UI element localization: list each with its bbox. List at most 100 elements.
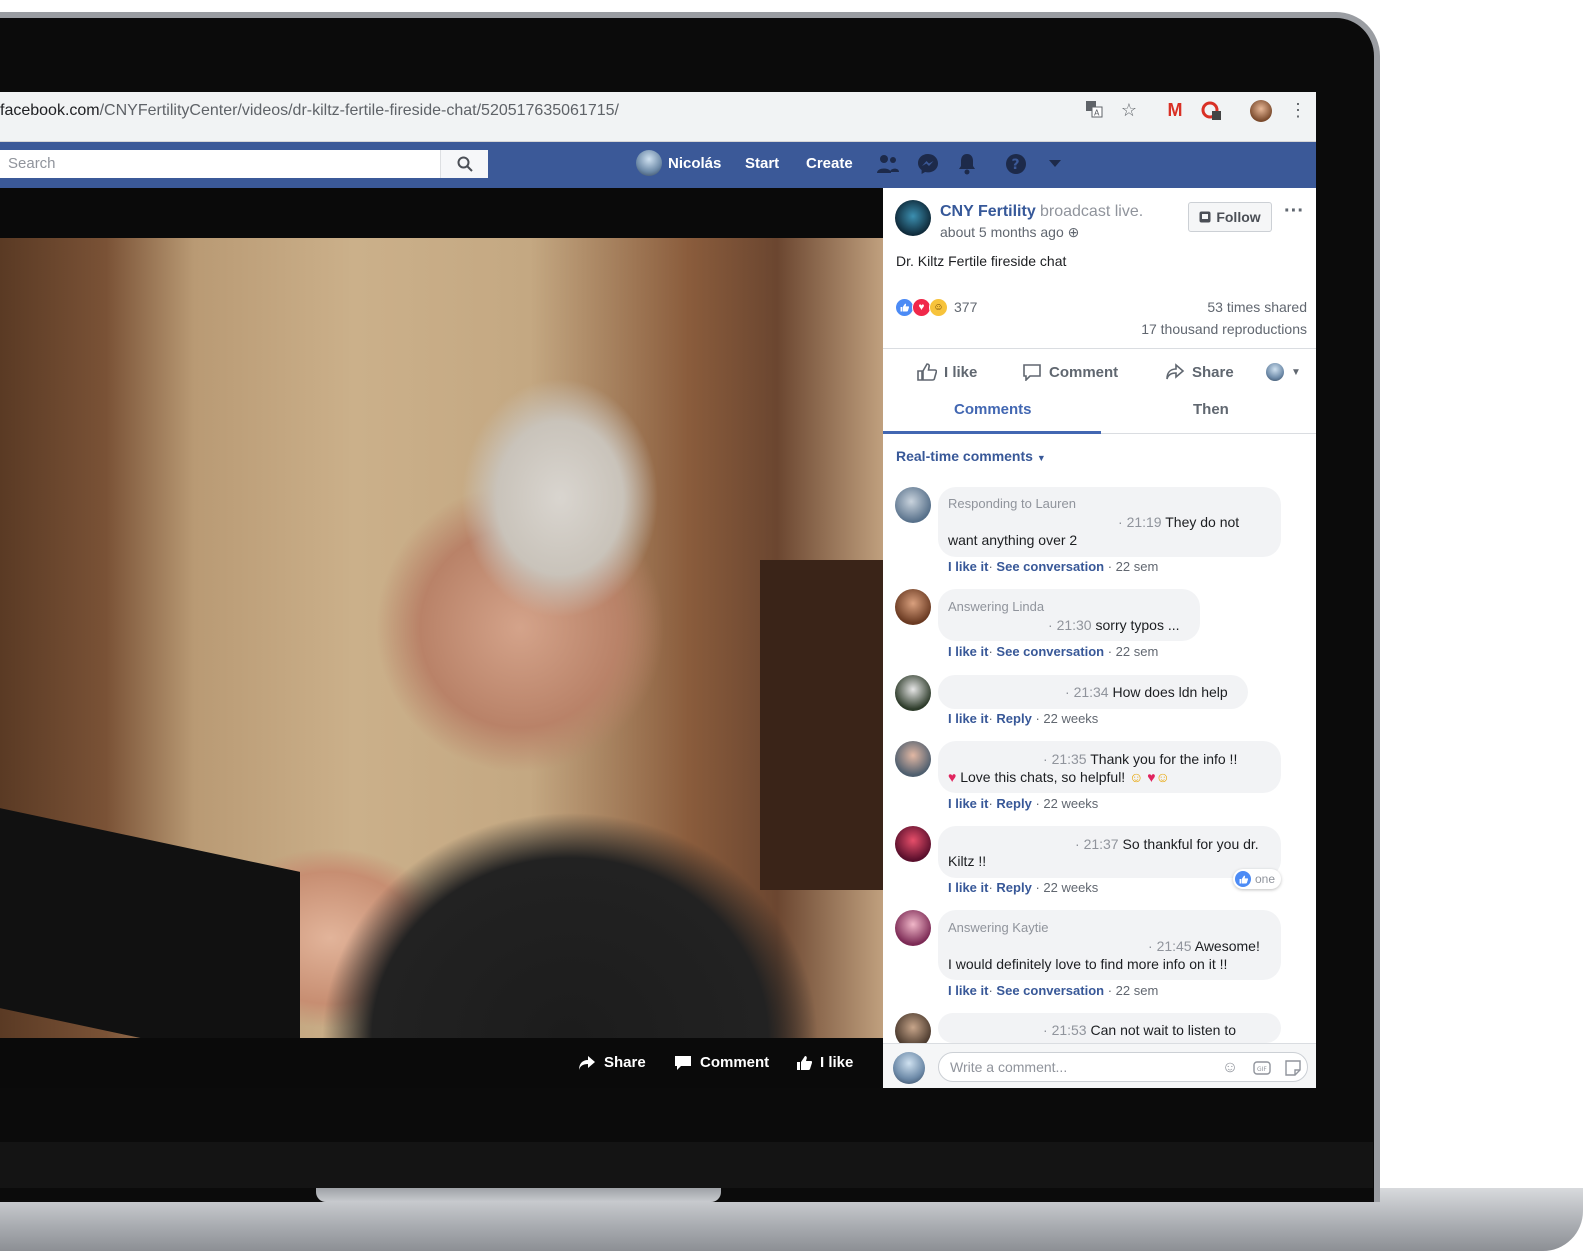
screen-bottom-bezel	[0, 1142, 1373, 1188]
gif-icon[interactable]: GIF	[1252, 1058, 1272, 1078]
comment-outline-icon	[1023, 364, 1041, 381]
tab-then[interactable]: Then	[1193, 401, 1229, 418]
notifications-bell-icon[interactable]	[955, 152, 979, 176]
bookmark-star-icon[interactable]: ☆	[1117, 100, 1141, 121]
nav-profile-name[interactable]: Nicolás	[668, 155, 721, 172]
commenter-avatar[interactable]	[895, 741, 931, 777]
comment-text: · 21:37 So thankful for you dr.	[1075, 836, 1259, 852]
commenter-avatar[interactable]	[895, 487, 931, 523]
url-text[interactable]: facebook.com/CNYFertilityCenter/videos/d…	[0, 102, 619, 120]
smile-emoji-icon: ☺	[1129, 769, 1144, 785]
dropdown-caret-icon: ▼	[1291, 366, 1301, 378]
comment-conversation-link[interactable]: See conversation	[996, 983, 1104, 998]
comment-like-badge[interactable]: one	[1233, 869, 1282, 889]
follow-button[interactable]: Follow	[1188, 202, 1272, 232]
account-dropdown-icon[interactable]	[1043, 152, 1067, 176]
comment-actions: I like it· See conversation · 22 sem	[948, 559, 1159, 574]
commenter-avatar[interactable]	[895, 589, 931, 625]
video-share-button[interactable]: Share	[578, 1054, 646, 1071]
comment-conversation-link[interactable]: See conversation	[996, 559, 1104, 574]
comment-text: · 21:19 They do not	[1118, 514, 1240, 530]
post-action-text: broadcast live.	[1040, 203, 1144, 220]
share-count[interactable]: 53 times shared	[1207, 299, 1307, 315]
emoji-icon[interactable]: ☺	[1220, 1058, 1240, 1078]
post-comment-button[interactable]: Comment	[1022, 363, 1118, 381]
page-avatar[interactable]	[895, 200, 931, 236]
comment-reply-link[interactable]: Reply	[996, 796, 1031, 811]
post-as-selector[interactable]: ▼	[1266, 363, 1301, 381]
comment-like-link[interactable]: I like it	[948, 796, 988, 811]
comment-reply-context: Answering Linda	[948, 599, 1045, 614]
help-icon[interactable]: ?	[1004, 152, 1028, 176]
commenter-avatar[interactable]	[895, 910, 931, 946]
comment-like-link[interactable]: I like it	[948, 559, 988, 574]
comment-like-link[interactable]: I like it	[948, 711, 988, 726]
share-arrow-icon	[579, 1055, 595, 1070]
nav-profile-avatar[interactable]	[636, 150, 662, 176]
video-fireplace-shape	[760, 560, 883, 890]
comment-actions: I like it· See conversation · 22 sem	[948, 644, 1159, 659]
commenter-avatar[interactable]	[895, 675, 931, 711]
comment-bubble	[938, 741, 1281, 793]
comment-input-placeholder: Write a comment...	[950, 1059, 1068, 1075]
comment-text: · 21:34 How does ldn help	[1065, 684, 1228, 700]
browser-menu-icon[interactable]: ⋮	[1286, 100, 1310, 121]
smile-emoji-icon: ☺	[1155, 769, 1170, 785]
svg-text:?: ?	[1012, 157, 1020, 173]
comment-like-link[interactable]: I like it	[948, 983, 988, 998]
thumbs-up-outline-icon	[917, 363, 937, 381]
reaction-count[interactable]: 377	[954, 299, 977, 315]
comment-conversation-link[interactable]: See conversation	[996, 644, 1104, 659]
gmail-icon[interactable]: M	[1163, 100, 1187, 121]
nav-create[interactable]: Create	[806, 155, 853, 172]
comment-actions: I like it· Reply · 22 weeks	[948, 711, 1099, 726]
extension-icon[interactable]	[1200, 100, 1224, 127]
video-top-bar	[0, 188, 883, 238]
search-icon	[457, 156, 473, 172]
sticker-icon[interactable]	[1283, 1058, 1303, 1078]
comment-reply-context: Answering Kaytie	[948, 920, 1049, 935]
more-options-icon[interactable]: ···	[1284, 200, 1304, 223]
globe-icon: ⊕	[1067, 224, 1080, 240]
profile-avatar-icon[interactable]	[1250, 100, 1272, 122]
post-share-button[interactable]: Share	[1165, 363, 1234, 381]
comment-text: · 21:35 Thank you for the info !!	[1043, 751, 1238, 767]
share-outline-icon	[1166, 363, 1185, 380]
comment-text-line2: want anything over 2	[948, 532, 1078, 548]
comment-actions: I like it· See conversation · 22 sem	[948, 983, 1159, 998]
commenter-avatar[interactable]	[895, 826, 931, 862]
post-like-button[interactable]: I like	[917, 363, 977, 381]
messenger-icon[interactable]	[916, 152, 940, 176]
comment-text: · 21:45 Awesome!	[1148, 938, 1260, 954]
comment-actions: I like it· Reply · 22 weeks	[948, 796, 1099, 811]
post-timestamp[interactable]: about 5 months ago ⊕	[940, 224, 1079, 241]
comment-filter-dropdown[interactable]: Real-time comments ▼	[896, 448, 1046, 464]
friend-requests-icon[interactable]	[876, 152, 900, 176]
search-button[interactable]	[440, 150, 488, 178]
page-name-link[interactable]: CNY Fertility	[940, 203, 1036, 221]
post-text: Dr. Kiltz Fertile fireside chat	[896, 253, 1067, 269]
divider	[883, 348, 1316, 349]
comment-text-line2: Kiltz !!	[948, 853, 987, 869]
comment-like-link[interactable]: I like it	[948, 880, 988, 895]
svg-text:A: A	[1094, 109, 1100, 118]
translate-icon[interactable]: A	[1082, 100, 1106, 123]
reaction-icons[interactable]: ♥ ☺	[895, 297, 948, 317]
search-placeholder: Search	[8, 155, 56, 172]
search-input[interactable]	[0, 150, 488, 178]
comment-reply-link[interactable]: Reply	[996, 711, 1031, 726]
comment-like-link[interactable]: I like it	[948, 644, 988, 659]
active-tab-underline	[883, 431, 1101, 434]
comment-reply-link[interactable]: Reply	[996, 880, 1031, 895]
tab-comments[interactable]: Comments	[954, 401, 1032, 418]
video-comment-button[interactable]: Comment	[674, 1054, 769, 1071]
heart-emoji-icon: ♥	[1147, 769, 1156, 785]
nav-start[interactable]: Start	[745, 155, 779, 172]
comment-text-line2: ♥ Love this chats, so helpful! ☺ ♥☺	[948, 769, 1170, 785]
comment-text: · 21:30 sorry typos ...	[1048, 617, 1180, 633]
laptop-notch	[316, 1188, 721, 1202]
video-like-button[interactable]: I like	[796, 1054, 853, 1071]
comment-text-line2: I would definitely love to find more inf…	[948, 956, 1228, 972]
comment-bubble	[938, 589, 1200, 641]
follow-icon	[1199, 211, 1211, 223]
